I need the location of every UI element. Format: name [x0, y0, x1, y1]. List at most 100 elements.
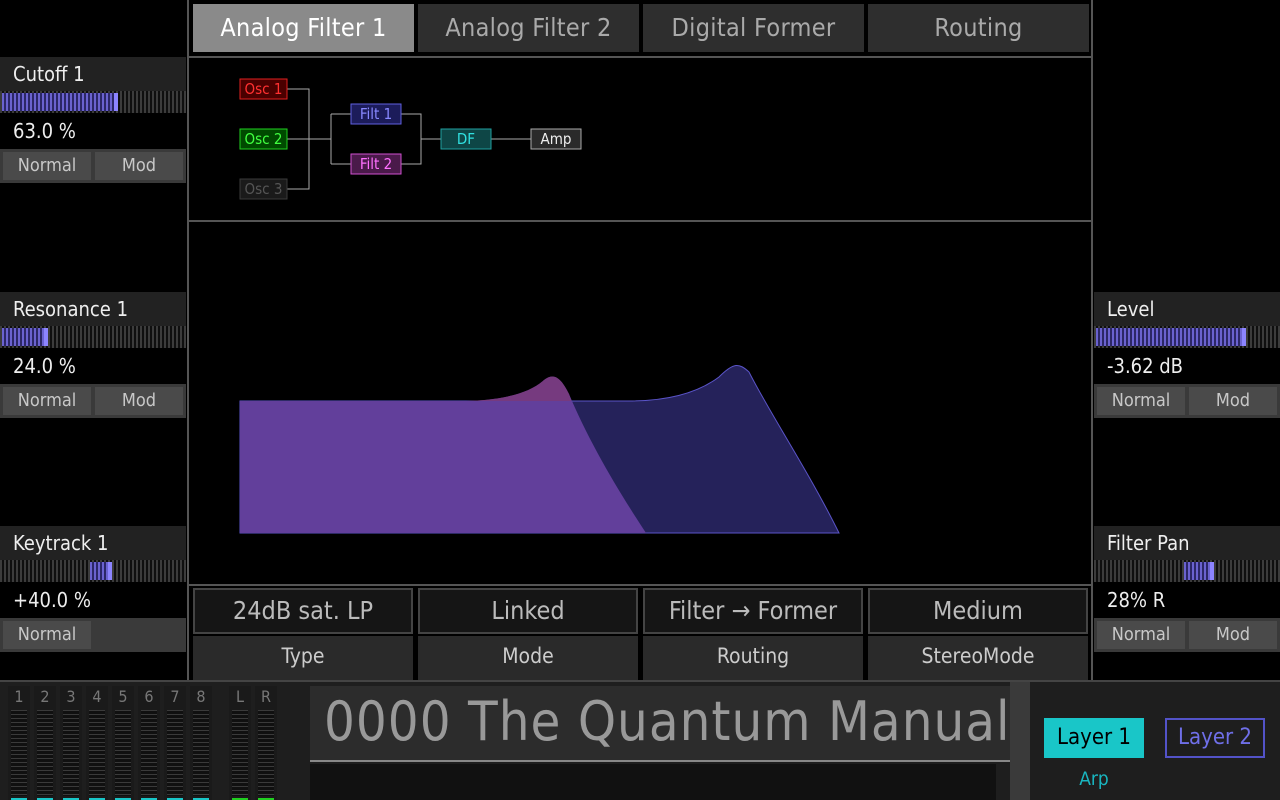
channel-meter-right: R	[255, 686, 277, 800]
separator	[1010, 682, 1030, 800]
meter-bar	[89, 710, 105, 796]
meter-marker	[1242, 328, 1246, 346]
filter-pan-panel[interactable]: Filter Pan 28% R Normal Mod	[1094, 526, 1280, 652]
mode-value[interactable]: Linked	[418, 588, 638, 634]
meter-bar	[232, 710, 248, 796]
layer-2-button[interactable]: Layer 2	[1165, 718, 1265, 758]
filter-1-peak	[459, 376, 571, 401]
filt-2-label: Filt 2	[360, 155, 392, 173]
channel-meter: 5	[112, 686, 134, 800]
filter-1-response	[240, 376, 646, 533]
routing-diagram-svg: Osc 1 Osc 2 Osc 3 Filt 1 Filt 2 DF Amp	[239, 78, 582, 200]
mod-button[interactable]: Mod	[95, 387, 183, 415]
channel-meter: 8	[190, 686, 212, 800]
tab-digital-former[interactable]: Digital Former	[643, 4, 864, 52]
routing-value[interactable]: Filter → Former	[643, 588, 863, 634]
param-value: -3.62 dB	[1094, 348, 1280, 384]
type-label: Type	[193, 636, 413, 680]
param-value: +40.0 %	[0, 582, 186, 618]
normal-button[interactable]: Normal	[1097, 387, 1185, 415]
param-title: Level	[1094, 292, 1280, 326]
channel-number: 7	[170, 687, 180, 706]
param-title: Filter Pan	[1094, 526, 1280, 560]
channel-number: 8	[196, 687, 206, 706]
routing-param[interactable]: Filter → Former Routing	[643, 586, 865, 680]
param-value: 24.0 %	[0, 348, 186, 384]
mod-button[interactable]: Mod	[1189, 387, 1277, 415]
filter-pan-meter[interactable]	[1094, 560, 1280, 582]
level-meter[interactable]	[1094, 326, 1280, 348]
center-panel: Analog Filter 1 Analog Filter 2 Digital …	[187, 0, 1093, 680]
meter-bar	[115, 710, 131, 796]
param-value: 63.0 %	[0, 113, 186, 149]
keytrack-1-meter[interactable]	[0, 560, 186, 582]
routing-label: Routing	[643, 636, 863, 680]
meter-bar	[63, 710, 79, 796]
filt-1-label: Filt 1	[360, 105, 392, 123]
cutoff-1-meter[interactable]	[0, 91, 186, 113]
meter-fill	[2, 328, 46, 346]
tab-bar: Analog Filter 1 Analog Filter 2 Digital …	[193, 4, 1089, 52]
channel-number: 2	[40, 687, 50, 706]
tab-analog-filter-1[interactable]: Analog Filter 1	[193, 4, 414, 52]
level-panel[interactable]: Level -3.62 dB Normal Mod	[1094, 292, 1280, 418]
meter-bar	[193, 710, 209, 796]
routing-diagram[interactable]: Osc 1 Osc 2 Osc 3 Filt 1 Filt 2 DF Amp	[189, 58, 1091, 220]
meter-marker	[44, 328, 48, 346]
filter-response-svg	[239, 365, 840, 534]
meter-fill	[1096, 328, 1242, 346]
channel-meter: 7	[164, 686, 186, 800]
channel-number: 5	[118, 687, 128, 706]
empty-slot	[95, 621, 183, 649]
normal-button[interactable]: Normal	[3, 621, 91, 649]
normal-button[interactable]: Normal	[3, 152, 91, 180]
cutoff-1-panel[interactable]: Cutoff 1 63.0 % Normal Mod	[0, 57, 186, 183]
amp-label: Amp	[541, 130, 572, 148]
channel-meter: 1	[8, 686, 30, 800]
osc-2-label: Osc 2	[245, 130, 283, 148]
meter-marker	[108, 562, 112, 580]
keytrack-1-panel[interactable]: Keytrack 1 +40.0 % Normal	[0, 526, 186, 652]
meter-bar	[167, 710, 183, 796]
channel-meters: 1 2 3 4 5 6 7 8 L R	[8, 686, 280, 800]
tab-analog-filter-2[interactable]: Analog Filter 2	[418, 4, 639, 52]
layer-1-button[interactable]: Layer 1	[1044, 718, 1144, 758]
mod-button[interactable]: Mod	[95, 152, 183, 180]
patch-name: 0000 The Quantum Manual	[324, 690, 1011, 753]
type-value[interactable]: 24dB sat. LP	[193, 588, 413, 634]
channel-number: 6	[144, 687, 154, 706]
df-label: DF	[457, 130, 475, 148]
channel-number: R	[261, 687, 271, 706]
meter-bar	[258, 710, 274, 796]
channel-meter: 3	[60, 686, 82, 800]
type-param[interactable]: 24dB sat. LP Type	[193, 586, 415, 680]
filter-response-graph[interactable]	[189, 222, 1091, 584]
patch-info-area	[310, 764, 996, 800]
meter-bar	[141, 710, 157, 796]
meter-fill	[1184, 562, 1212, 580]
stereo-mode-param[interactable]: Medium StereoMode	[868, 586, 1090, 680]
tab-routing[interactable]: Routing	[868, 4, 1089, 52]
channel-meter: 4	[86, 686, 108, 800]
channel-number: L	[235, 687, 244, 706]
meter-bar	[37, 710, 53, 796]
patch-name-display[interactable]: 0000 The Quantum Manual	[310, 686, 1010, 762]
param-title: Resonance 1	[0, 292, 186, 326]
channel-number: 1	[14, 687, 24, 706]
mode-label: Mode	[418, 636, 638, 680]
filter-options: 24dB sat. LP Type Linked Mode Filter → F…	[189, 586, 1091, 680]
resonance-1-panel[interactable]: Resonance 1 24.0 % Normal Mod	[0, 292, 186, 418]
arp-button[interactable]: Arp	[1044, 766, 1144, 792]
bottom-bar: 1 2 3 4 5 6 7 8 L R 0000 The Quantum Man…	[0, 680, 1280, 800]
mode-param[interactable]: Linked Mode	[418, 586, 640, 680]
channel-meter-left: L	[229, 686, 251, 800]
normal-button[interactable]: Normal	[1097, 621, 1185, 649]
stereo-mode-label: StereoMode	[868, 636, 1088, 680]
resonance-1-meter[interactable]	[0, 326, 186, 348]
normal-button[interactable]: Normal	[3, 387, 91, 415]
stereo-mode-value[interactable]: Medium	[868, 588, 1088, 634]
mod-button[interactable]: Mod	[1189, 621, 1277, 649]
channel-meter: 2	[34, 686, 56, 800]
param-title: Keytrack 1	[0, 526, 186, 560]
param-value: 28% R	[1094, 582, 1280, 618]
